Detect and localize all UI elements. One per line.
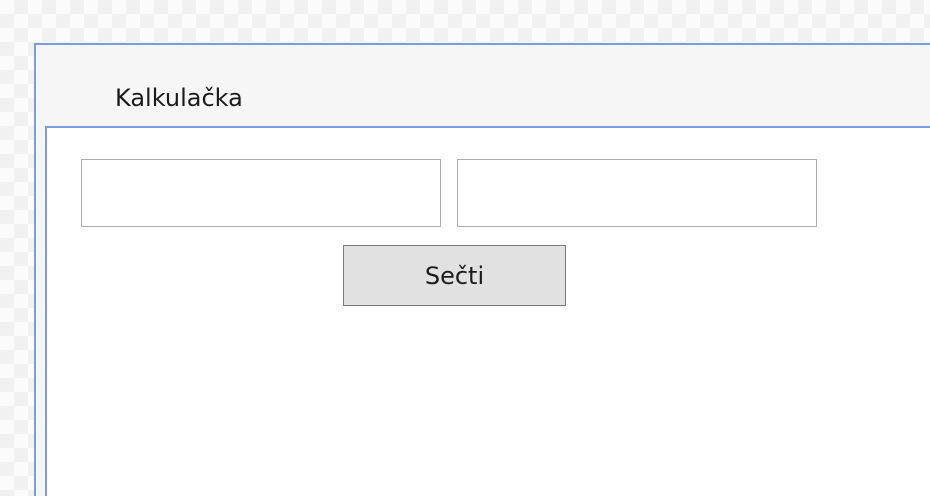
second-number-input[interactable] <box>457 159 817 227</box>
calculator-window: Kalkulačka Sečti <box>34 43 930 496</box>
add-button[interactable]: Sečti <box>343 245 566 306</box>
window-title-bar[interactable]: Kalkulačka <box>36 45 930 125</box>
first-number-input[interactable] <box>81 159 441 227</box>
window-title: Kalkulačka <box>115 84 243 112</box>
window-client-area: Sečti <box>45 126 930 496</box>
